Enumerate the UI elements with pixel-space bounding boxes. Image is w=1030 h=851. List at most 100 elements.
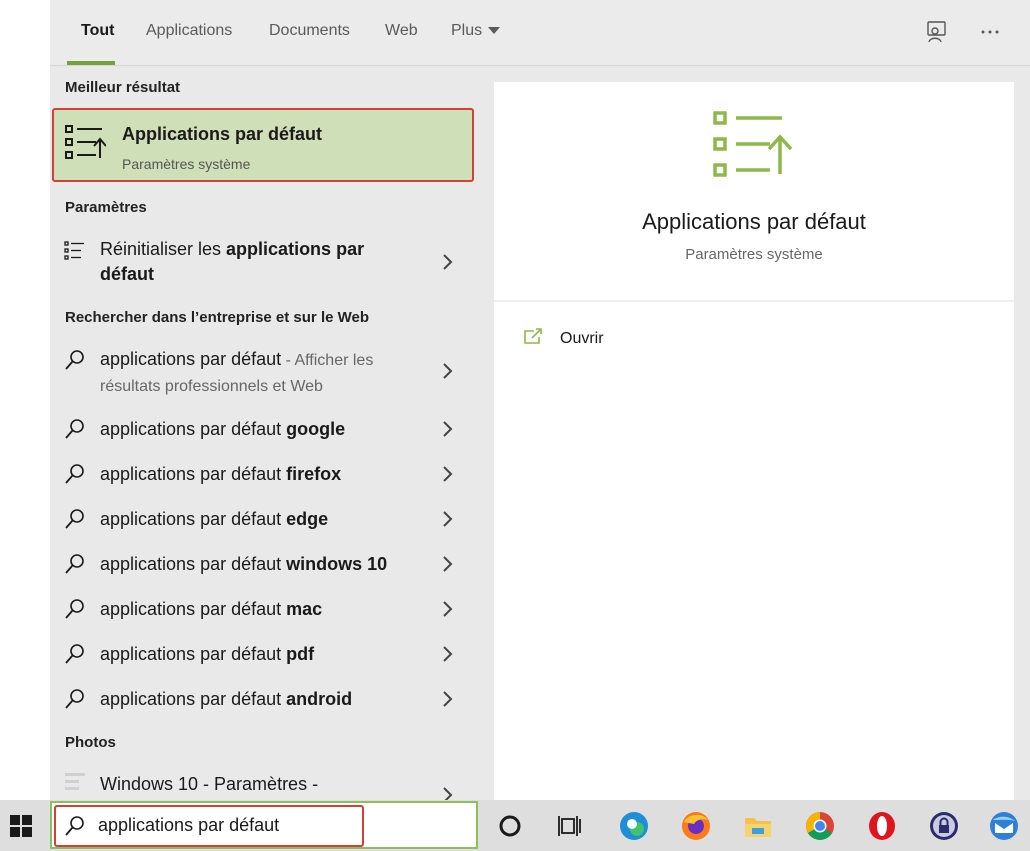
photo-result-item[interactable]: Windows 10 - Paramètres - [50, 769, 480, 800]
suggestion-base: applications par défaut [100, 599, 287, 619]
default-apps-large-icon [713, 111, 793, 177]
suggestion-label: applications par défaut google [100, 417, 345, 442]
search-icon [65, 554, 84, 574]
suggestion-term: google [286, 419, 346, 439]
suggestion-base: applications par défaut [100, 644, 287, 664]
suggestion-label: applications par défaut mac [100, 597, 322, 622]
suggestion-term: pdf [286, 644, 315, 664]
best-result-subtitle: Paramètres système [122, 156, 251, 172]
suggestion-term: firefox [286, 464, 342, 484]
search-icon [65, 644, 84, 664]
chevron-right-icon [443, 787, 453, 800]
open-external-icon [524, 328, 542, 344]
suggestion-label: applications par défaut pdf [100, 642, 314, 667]
list-settings-icon [64, 241, 84, 260]
active-tab-indicator [67, 61, 115, 65]
settings-item-bold2: défaut [100, 264, 154, 284]
chevron-right-icon [443, 421, 453, 437]
more-options-icon[interactable] [978, 20, 1002, 44]
suggestion-base: applications par défaut [100, 554, 287, 574]
suggestion-google[interactable]: applications par défaut google [50, 416, 480, 444]
tab-web[interactable]: Web [385, 22, 418, 40]
chevron-right-icon [443, 363, 453, 379]
search-panel: Tout Applications Documents Web Plus Mei… [50, 0, 1030, 800]
edge-icon[interactable] [618, 810, 650, 842]
section-web-search: Rechercher dans l’entreprise et sur le W… [65, 309, 370, 326]
search-icon [65, 816, 84, 836]
tab-more-label: Plus [451, 22, 483, 39]
suggestion-base: applications par défaut [100, 689, 287, 709]
settings-item-prefix: Réinitialiser les [100, 239, 227, 259]
suggestion-label: applications par défaut android [100, 687, 352, 712]
tab-all[interactable]: Tout [81, 22, 114, 40]
suggestion-term: edge [286, 509, 329, 529]
filter-tab-bar: Tout Applications Documents Web Plus [50, 0, 1030, 66]
suggestion-label: applications par défaut windows 10 [100, 552, 387, 577]
cortana-icon[interactable] [494, 810, 526, 842]
best-result-title: Applications par défaut [122, 124, 323, 144]
results-list: Meilleur résultat Applications par défau… [50, 66, 480, 800]
suggestion-term: mac [286, 599, 323, 619]
taskbar [0, 800, 1030, 851]
suggestion-base: applications par défaut [100, 464, 287, 484]
suggestion-pdf[interactable]: applications par défaut pdf [50, 641, 480, 669]
chevron-right-icon [443, 646, 453, 662]
detail-title: Applications par défaut [642, 209, 866, 234]
suggestion-label: applications par défaut edge [100, 507, 328, 532]
chevron-right-icon [443, 254, 453, 270]
tab-documents[interactable]: Documents [269, 22, 350, 40]
photo-result-label: Windows 10 - Paramètres - [100, 774, 319, 794]
search-icon [65, 419, 84, 439]
best-result-item[interactable]: Applications par défaut Paramètres systè… [52, 108, 474, 182]
web-result-label: applications par défaut - Afficher les ré… [100, 347, 373, 399]
suggestion-term: windows 10 [286, 554, 388, 574]
chevron-right-icon [443, 511, 453, 527]
chevron-right-icon [443, 601, 453, 617]
task-view-icon[interactable] [554, 810, 586, 842]
search-icon [65, 689, 84, 709]
settings-reset-default-apps[interactable]: Réinitialiser les applications par défaut [50, 234, 480, 294]
search-input[interactable] [98, 815, 348, 836]
opera-icon[interactable] [866, 810, 898, 842]
section-settings: Paramètres [65, 199, 147, 216]
suggestion-base: applications par défaut [100, 419, 287, 439]
feedback-icon[interactable] [925, 20, 949, 44]
taskbar-search-box[interactable] [50, 801, 478, 849]
default-apps-icon [65, 125, 106, 159]
search-icon [65, 509, 84, 529]
suggestion-mac[interactable]: applications par défaut mac [50, 596, 480, 624]
search-icon [65, 464, 84, 484]
open-action-label: Ouvrir [560, 330, 604, 347]
web-result-work-and-web[interactable]: applications par défaut - Afficher les ré… [50, 344, 480, 404]
thunderbird-icon[interactable] [988, 810, 1020, 842]
settings-item-bold1: applications par [226, 239, 365, 259]
photo-thumbnail-icon [65, 773, 85, 790]
firefox-icon[interactable] [680, 810, 712, 842]
tab-more[interactable]: Plus [451, 22, 501, 40]
suggestion-firefox[interactable]: applications par défaut firefox [50, 461, 480, 489]
section-best-result: Meilleur résultat [65, 79, 181, 96]
chevron-down-icon [488, 27, 501, 35]
detail-divider [494, 300, 1014, 302]
suggestion-edge[interactable]: applications par défaut edge [50, 506, 480, 534]
suggestion-term: android [286, 689, 353, 709]
suggestion-windows-10[interactable]: applications par défaut windows 10 [50, 551, 480, 579]
web-result-query: applications par défaut [100, 349, 282, 369]
open-action[interactable]: Ouvrir [522, 328, 604, 351]
section-photos: Photos [65, 734, 116, 751]
windows-start-icon[interactable] [0, 800, 50, 851]
chrome-icon[interactable] [804, 810, 836, 842]
chevron-right-icon [443, 466, 453, 482]
file-explorer-icon[interactable] [742, 810, 774, 842]
search-icon [65, 599, 84, 619]
suggestion-base: applications par défaut [100, 509, 287, 529]
web-result-suffix1: - Afficher les [281, 352, 374, 369]
suggestion-android[interactable]: applications par défaut android [50, 686, 480, 714]
vpn-lock-icon[interactable] [928, 810, 960, 842]
web-result-suffix2: résultats professionnels et Web [100, 378, 323, 395]
detail-subtitle: Paramètres système [685, 246, 823, 263]
settings-item-label: Réinitialiser les applications par défaut [100, 237, 364, 287]
chevron-right-icon [443, 556, 453, 572]
tab-applications[interactable]: Applications [146, 22, 232, 40]
detail-pane: Applications par défaut Paramètres systè… [494, 82, 1014, 800]
